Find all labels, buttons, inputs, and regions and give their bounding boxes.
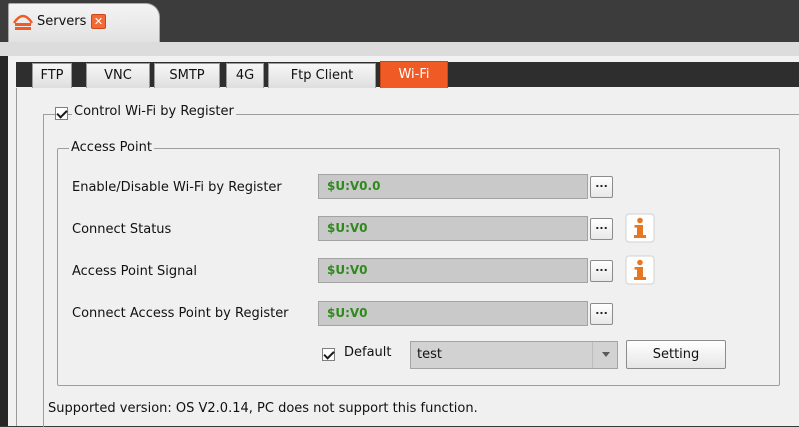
ssid-combobox[interactable]: test [410,341,618,369]
connect-status-label: Connect Status [72,222,172,237]
enable-wifi-label: Enable/Disable Wi-Fi by Register [72,180,282,195]
tab-4g[interactable]: 4G [226,63,264,88]
setting-button[interactable]: Setting [626,340,726,369]
enable-wifi-register-field[interactable]: $U:V0.0 [318,174,588,199]
close-icon[interactable]: ✕ [91,14,106,29]
connect-ap-browse-button[interactable]: ... [590,303,613,325]
servers-tab-label: Servers [37,14,87,29]
info-icon[interactable] [625,255,655,285]
connect-ap-register-field[interactable]: $U:V0 [318,301,588,326]
servers-document-tab[interactable]: Servers ✕ [8,3,160,42]
connect-ap-label: Connect Access Point by Register [72,306,289,321]
connect-status-browse-button[interactable]: ... [590,218,613,240]
tab-smtp[interactable]: SMTP [154,63,220,88]
ap-signal-register-field[interactable]: $U:V0 [318,258,588,283]
combo-separator [592,342,593,368]
tab-ftp[interactable]: FTP [32,63,72,88]
connect-status-register-field[interactable]: $U:V0 [318,216,588,241]
default-checkbox[interactable] [322,348,335,361]
ap-signal-label: Access Point Signal [72,264,197,279]
control-wifi-checkbox[interactable] [55,107,68,120]
ap-signal-browse-button[interactable]: ... [590,260,613,282]
chevron-down-icon[interactable] [602,352,610,357]
ssid-value: test [417,347,442,362]
content-strip [0,42,799,56]
access-point-title: Access Point [69,140,154,155]
server-icon [12,14,34,30]
control-wifi-label: Control Wi-Fi by Register [72,104,236,119]
default-label: Default [344,345,392,360]
tab-vnc[interactable]: VNC [86,63,150,88]
left-edge [0,56,8,426]
info-icon[interactable] [625,213,655,243]
tab-ftp-client[interactable]: Ftp Client [268,63,376,88]
supported-version-note: Supported version: OS V2.0.14, PC does n… [48,401,478,416]
tab-wifi[interactable]: Wi-Fi [380,61,448,88]
enable-wifi-browse-button[interactable]: ... [590,176,613,198]
